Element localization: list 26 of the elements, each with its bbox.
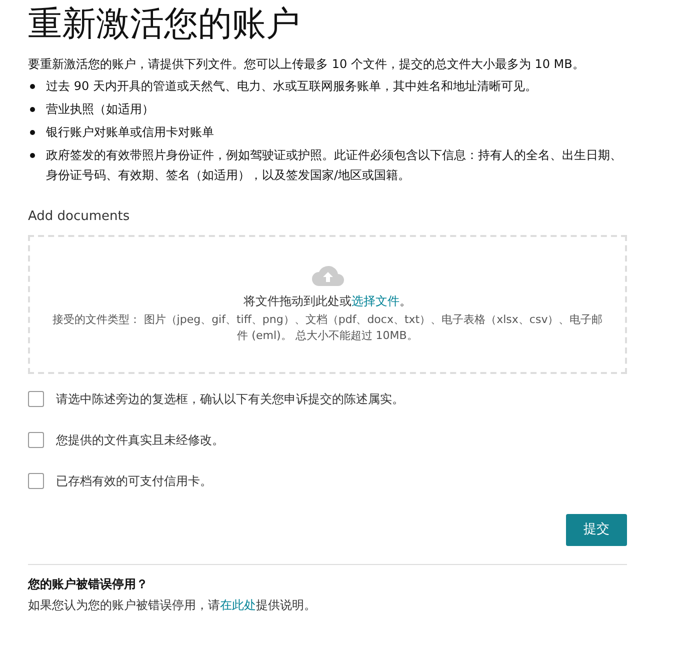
footer-heading: 您的账户被错误停用？ [28, 576, 149, 592]
bullet-icon [30, 84, 35, 89]
checkbox[interactable] [28, 432, 44, 448]
here-link[interactable]: 在此处 [220, 598, 256, 612]
bullet-icon [30, 130, 35, 135]
checkbox[interactable] [28, 472, 44, 488]
footer-text: 如果您认为您的账户被错误停用，请在此处提供说明。 [28, 596, 317, 614]
document-item: 银行账户对账单或信用卡对账单 [46, 124, 214, 141]
page-title: 重新激活您的账户 [28, 3, 301, 46]
submit-button[interactable]: 提交 [566, 514, 627, 546]
checkbox[interactable] [28, 390, 44, 406]
drop-zone[interactable]: 将文件拖动到此处或选择文件。 接受的文件类型： 图片（jpeg、gif、tiff、png）、文档（pdf、docx、txt）、电子表格（xlsx、csv）、电子邮件 (eml)。 总大小不能超过 10MB。 [28, 234, 627, 374]
document-item: 营业执照（如适用） [46, 101, 154, 118]
upload-label: Add documents [28, 208, 131, 226]
choose-file-link[interactable]: 选择文件 [352, 294, 400, 308]
document-item: 过去 90 天内开具的管道或天然气、电力、水或互联网服务账单，其中姓名和地址清晰可见。 [46, 78, 537, 95]
bullet-icon [30, 153, 35, 158]
accepted-types: 接受的文件类型： 图片（jpeg、gif、tiff、png）、文档（pdf、docx、txt）、电子表格（xlsx、csv）、电子邮件 (eml)。 总大小不能超过 10MB。 [51, 312, 604, 344]
bullet-icon [30, 107, 35, 112]
intro-text: 要重新激活您的账户，请提供下列文件。您可以上传最多 10 个文件，提交的总文件大小最多为 10 MB。 [28, 56, 586, 73]
upload-cloud-icon [310, 264, 344, 286]
drop-instruction: 将文件拖动到此处或选择文件。 [244, 293, 412, 310]
checkbox-label: 您提供的文件真实且未经修改。 [56, 432, 224, 448]
checkbox-label: 已存档有效的可支付信用卡。 [56, 472, 212, 490]
checkbox-label: 请选中陈述旁边的复选框，确认以下有关您申诉提交的陈述属实。 [56, 390, 404, 408]
document-item: 政府签发的有效带照片身份证件，例如驾驶证或护照。此证件必须包含以下信息：持有人的全名、出生日期、身份证号码、有效期、签名（如适用），以及签发国家/地区或国籍。 [46, 147, 623, 184]
